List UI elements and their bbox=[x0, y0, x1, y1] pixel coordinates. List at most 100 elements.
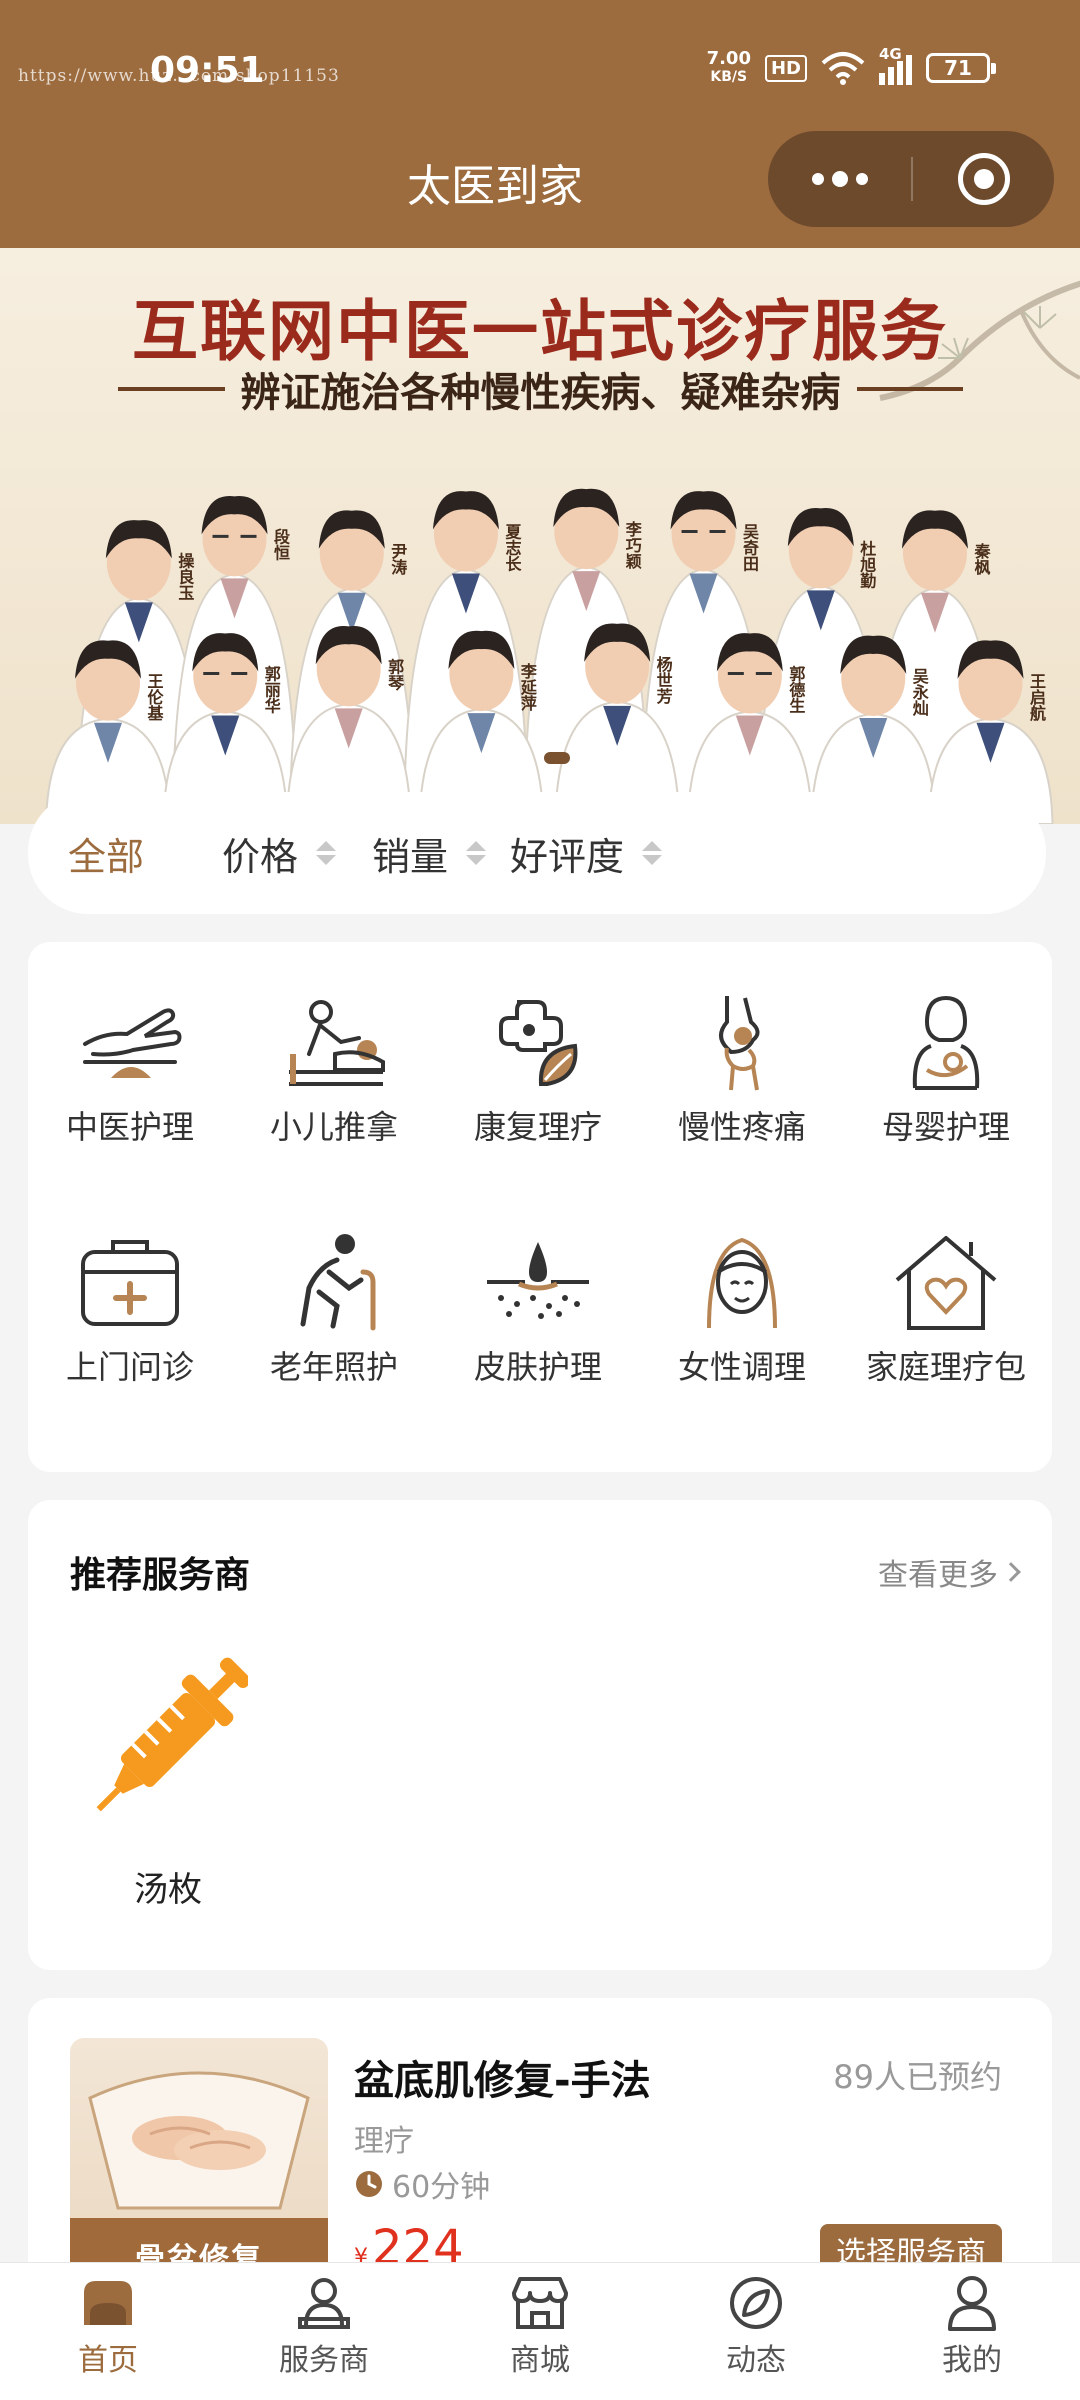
category-label: 母婴护理 bbox=[881, 1108, 1010, 1146]
bottom-tab-bar: 首页 服务商 商城 动态 我的 bbox=[0, 2262, 1080, 2400]
tab-label: 我的 bbox=[942, 2343, 1002, 2378]
clock-icon bbox=[356, 2171, 382, 2197]
filter-sales[interactable]: 销量 bbox=[372, 792, 487, 914]
service-image: 骨盆修复 bbox=[70, 2038, 328, 2296]
doctor-group-photo: 操良玉 段恒 尹涛 夏志长 李巧颖 吴奇田 杜旭勤 秦枫王伦基 郭丽华 郭琴 李延萍 杨世芳 郭德生 吴永… bbox=[44, 488, 1054, 824]
provider-name: 汤枚 bbox=[134, 1870, 202, 1910]
category-item[interactable]: 女性调理 bbox=[640, 1232, 844, 1388]
doctor-name-tag: 杜旭勤 bbox=[857, 539, 877, 589]
category-label: 中医护理 bbox=[65, 1108, 194, 1146]
category-label: 康复理疗 bbox=[473, 1108, 602, 1146]
filter-price[interactable]: 价格 bbox=[222, 792, 337, 914]
section-title: 推荐服务商 bbox=[70, 1555, 251, 1596]
doctor-name-tag: 王伦基 bbox=[145, 673, 165, 721]
filter-rating-label: 好评度 bbox=[510, 834, 625, 879]
tab-feed[interactable]: 动态 bbox=[686, 2273, 826, 2379]
category-label: 家庭理疗包 bbox=[865, 1348, 1026, 1386]
signal-label: 4G bbox=[879, 45, 902, 63]
service-duration-text: 60分钟 bbox=[392, 2170, 491, 2205]
miniprogram-capsule bbox=[768, 131, 1054, 227]
category-item[interactable]: 中医护理 bbox=[28, 992, 232, 1148]
promo-banner[interactable]: 互联网中医一站式诊疗服务 辨证施治各种慢性疾病、疑难杂病 操良玉 段恒 尹涛 夏志长李… bbox=[0, 248, 1080, 824]
joint-bone-icon bbox=[719, 996, 760, 1091]
net-speed-unit: KB/S bbox=[710, 69, 748, 85]
category-label: 女性调理 bbox=[677, 1348, 806, 1386]
recommended-providers-section: 推荐服务商 查看更多 汤枚 bbox=[28, 1500, 1052, 1970]
tab-label: 首页 bbox=[78, 2343, 138, 2378]
home-icon bbox=[84, 2281, 132, 2325]
tab-providers[interactable]: 服务商 bbox=[254, 2273, 394, 2379]
filter-price-label: 价格 bbox=[222, 834, 299, 879]
doctor-name-tag: 李巧颖 bbox=[623, 520, 643, 570]
category-label: 皮肤护理 bbox=[473, 1348, 602, 1386]
category-label: 小儿推拿 bbox=[269, 1108, 398, 1146]
service-type: 理疗 bbox=[354, 2124, 414, 2159]
tab-home[interactable]: 首页 bbox=[38, 2273, 178, 2379]
doctor-name-tag: 段恒 bbox=[271, 527, 290, 561]
tab-shop[interactable]: 商城 bbox=[470, 2273, 610, 2379]
provider-item[interactable]: 汤枚 bbox=[88, 1640, 251, 1911]
net-speed-value: 7.00 bbox=[706, 48, 751, 69]
doctor-name-tag: 李延萍 bbox=[518, 662, 538, 712]
home-heart-icon bbox=[895, 1236, 997, 1330]
signal-icon: 4G bbox=[879, 45, 912, 85]
wifi-icon bbox=[821, 52, 865, 85]
doctor-name-tag: 夏志长 bbox=[502, 524, 522, 573]
doctor-name-tag: 秦枫 bbox=[971, 542, 991, 576]
net-speed: 7.00 KB/S bbox=[707, 50, 751, 86]
tab-label: 动态 bbox=[726, 2343, 786, 2378]
chevron-right-icon bbox=[1001, 1562, 1021, 1582]
category-label: 上门问诊 bbox=[65, 1348, 194, 1386]
doctor-name-tag: 吴永灿 bbox=[910, 668, 930, 717]
category-item[interactable]: 老年照护 bbox=[232, 1232, 436, 1388]
category-item[interactable]: 慢性疼痛 bbox=[640, 992, 844, 1148]
category-grid: 中医护理 小儿推拿 康复理疗 慢性疼痛 母婴护理 上门问诊 老年照护 皮肤护理 … bbox=[28, 942, 1052, 1472]
doctor-name-tag: 杨世芳 bbox=[654, 655, 673, 705]
sort-arrows-icon bbox=[466, 841, 487, 865]
sort-arrows-icon bbox=[642, 841, 663, 865]
sort-arrows-icon bbox=[316, 841, 337, 865]
pelvis-hands-illustration bbox=[88, 2071, 310, 2210]
view-more-link[interactable]: 查看更多 bbox=[878, 1550, 1021, 1594]
target-close-icon[interactable] bbox=[913, 131, 1054, 227]
status-icons: 7.00 KB/S HD 4G 71 bbox=[707, 45, 996, 86]
sort-filter-bar: 全部 价格 销量 好评度 bbox=[28, 792, 1046, 914]
category-label: 老年照护 bbox=[269, 1348, 398, 1386]
hand-massage-icon bbox=[83, 1008, 182, 1078]
tab-label: 服务商 bbox=[279, 2343, 369, 2378]
tab-profile[interactable]: 我的 bbox=[902, 2273, 1042, 2379]
filter-all-label: 全部 bbox=[68, 834, 145, 879]
category-item[interactable]: 皮肤护理 bbox=[436, 1232, 640, 1388]
doctor-name-tag: 尹涛 bbox=[388, 543, 407, 576]
carousel-indicator bbox=[544, 752, 570, 764]
category-item[interactable]: 小儿推拿 bbox=[232, 992, 436, 1148]
filter-all[interactable]: 全部 bbox=[68, 792, 144, 914]
filter-rating[interactable]: 好评度 bbox=[510, 792, 663, 914]
user-icon bbox=[948, 2276, 996, 2331]
status-bar: https://www.huz…com/shop11153 09:51 7.00… bbox=[0, 40, 1080, 110]
elderly-cane-icon bbox=[300, 1234, 376, 1331]
status-time: 09:51 bbox=[150, 50, 265, 91]
category-label: 慢性疼痛 bbox=[677, 1108, 806, 1146]
mother-baby-icon bbox=[912, 995, 980, 1090]
view-more-label: 查看更多 bbox=[878, 1558, 998, 1593]
more-dots-icon[interactable] bbox=[768, 131, 911, 227]
banner-subline: 辨证施治各种慢性疾病、疑难杂病 bbox=[118, 360, 963, 418]
compass-icon bbox=[730, 2277, 782, 2329]
child-massage-icon bbox=[289, 1000, 385, 1086]
medical-kit-icon bbox=[81, 1240, 179, 1326]
tab-label: 商城 bbox=[510, 2343, 570, 2378]
category-item[interactable]: 上门问诊 bbox=[28, 1232, 232, 1388]
doctor-name-tag: 王启航 bbox=[1027, 673, 1046, 722]
rehab-leaf-icon bbox=[499, 1000, 578, 1086]
doctor-name-tag: 郭琴 bbox=[385, 657, 405, 691]
category-item[interactable]: 康复理疗 bbox=[436, 992, 640, 1148]
category-item[interactable]: 家庭理疗包 bbox=[844, 1232, 1048, 1388]
banner-subline-text: 辨证施治各种慢性疾病、疑难杂病 bbox=[240, 369, 841, 416]
top-bar: https://www.huz…com/shop11153 09:51 7.00… bbox=[0, 0, 1080, 248]
doctor-name-tag: 郭丽华 bbox=[262, 665, 281, 715]
skin-layer-icon bbox=[487, 1242, 589, 1319]
provider-icon bbox=[298, 2278, 350, 2329]
doctor-name-tag: 操良玉 bbox=[175, 551, 194, 600]
category-item[interactable]: 母婴护理 bbox=[844, 992, 1048, 1148]
